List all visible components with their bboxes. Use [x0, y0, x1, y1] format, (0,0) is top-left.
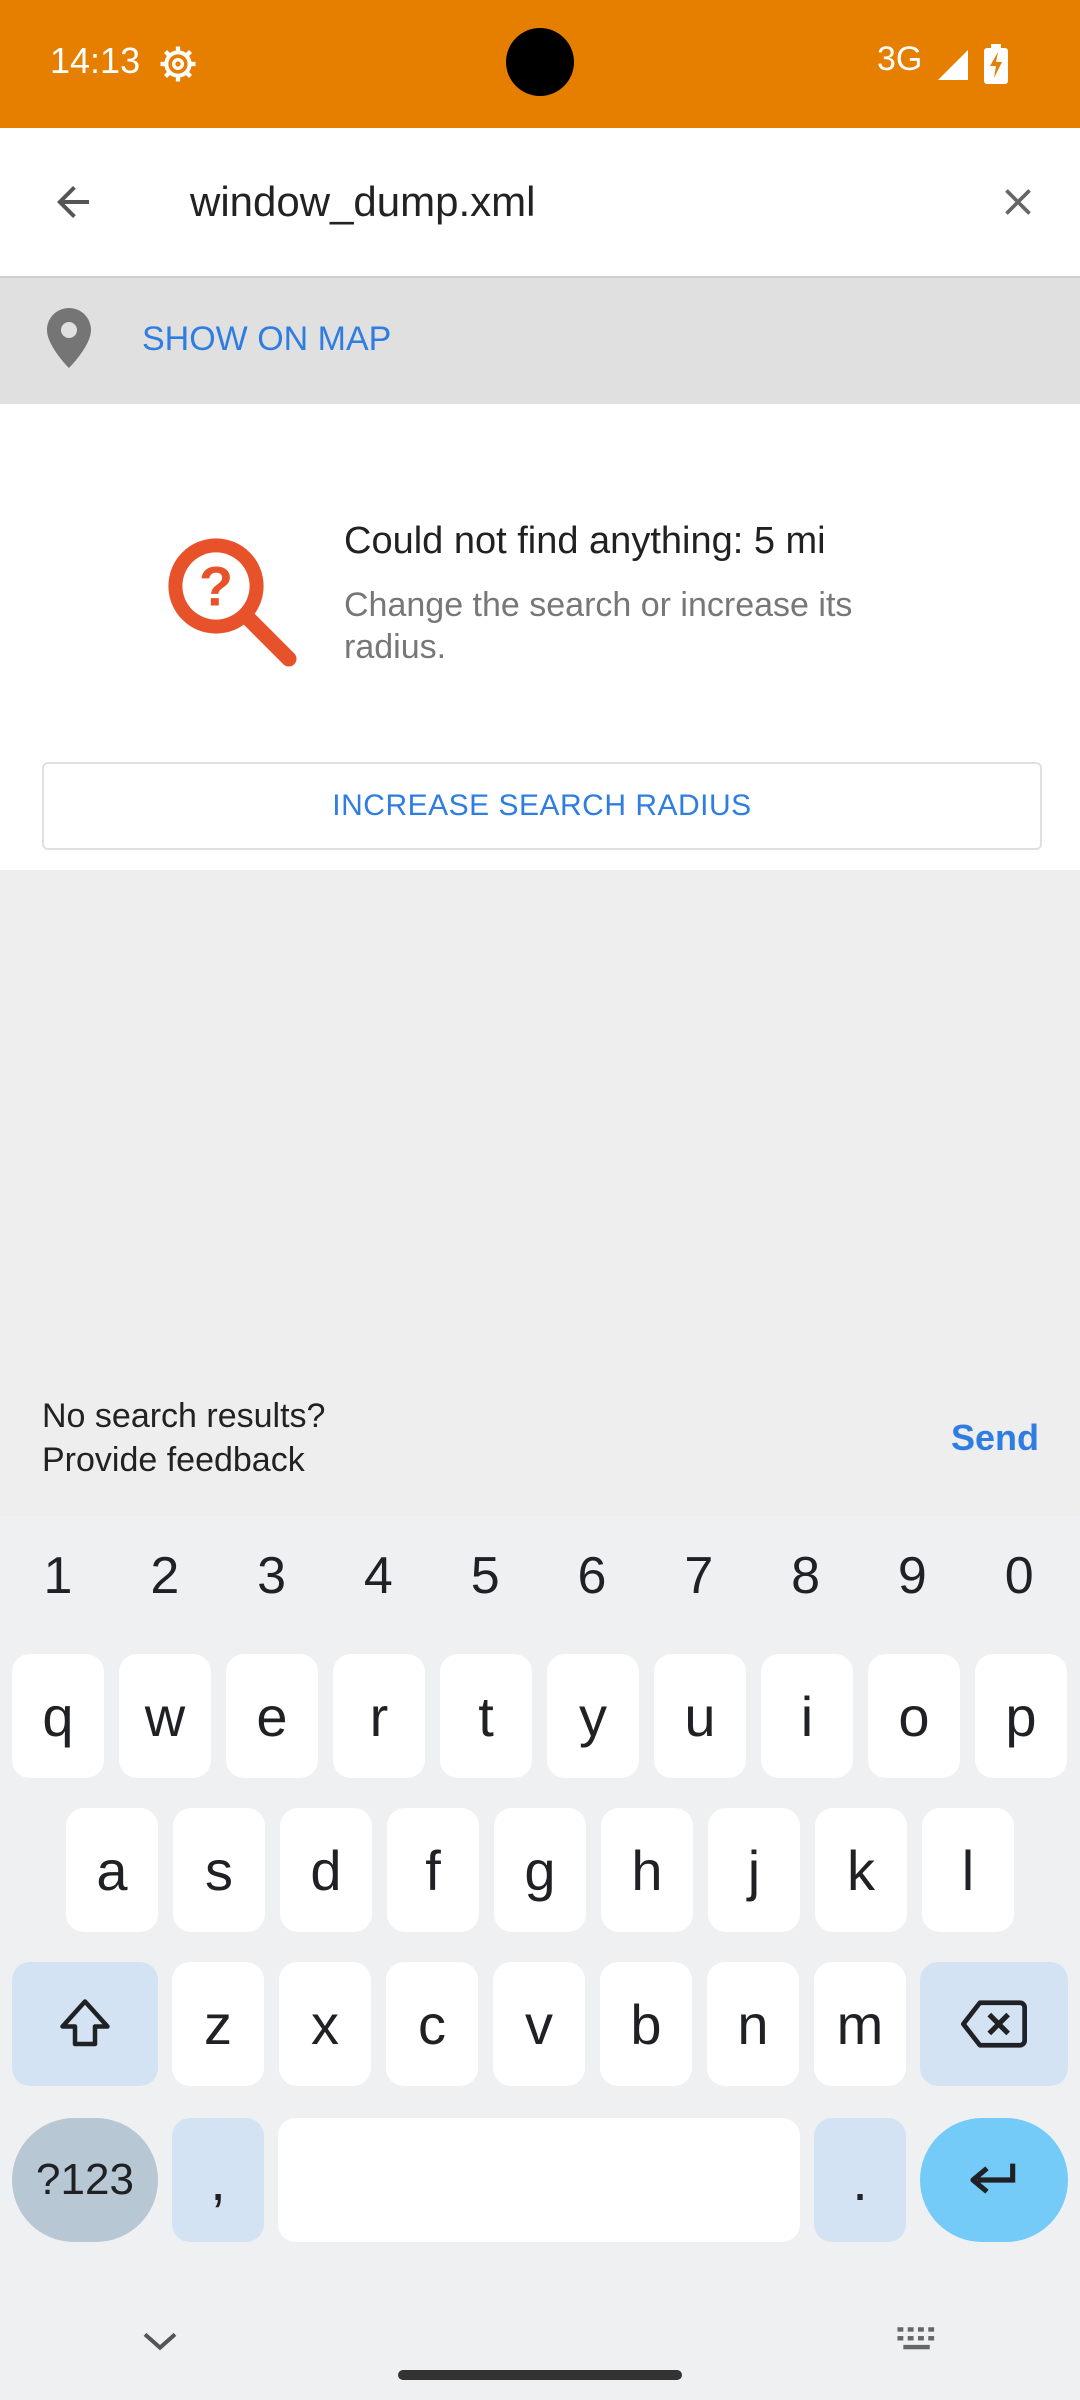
number-key-7[interactable]: 7 [649, 1546, 749, 1616]
number-key-4[interactable]: 4 [328, 1546, 428, 1616]
key-a[interactable]: a [66, 1808, 158, 1932]
key-t[interactable]: t [440, 1654, 532, 1778]
send-feedback-button[interactable]: Send [932, 1392, 1058, 1484]
period-key[interactable]: . [814, 2118, 906, 2242]
gear-icon [160, 46, 196, 82]
feedback-line-2: Provide feedback [42, 1441, 305, 1479]
arrow-left-icon [57, 186, 89, 218]
increase-search-radius-button[interactable]: INCREASE SEARCH RADIUS [42, 762, 1042, 850]
network-type: 3G [877, 40, 923, 78]
map-pin-icon [47, 308, 91, 368]
comma-key[interactable]: , [172, 2118, 264, 2242]
key-m[interactable]: m [814, 1962, 906, 2086]
key-q[interactable]: q [12, 1654, 104, 1778]
feedback-row: No search results? Provide feedback Send [0, 1360, 1080, 1516]
empty-results-list [0, 870, 1080, 1360]
no-results-description: Change the search or increase its radius… [344, 586, 853, 666]
clear-search-button[interactable] [955, 128, 1080, 276]
key-x[interactable]: x [279, 1962, 371, 2086]
number-key-8[interactable]: 8 [756, 1546, 856, 1616]
number-key-1[interactable]: 1 [8, 1546, 108, 1616]
feedback-line-1: No search results? [42, 1397, 326, 1435]
key-r[interactable]: r [333, 1654, 425, 1778]
key-s[interactable]: s [173, 1808, 265, 1932]
number-key-6[interactable]: 6 [542, 1546, 642, 1616]
enter-key[interactable] [920, 2118, 1068, 2242]
key-u[interactable]: u [654, 1654, 746, 1778]
signal-icon [938, 50, 968, 80]
home-indicator[interactable] [398, 2370, 682, 2380]
search-input[interactable]: window_dump.xml [190, 128, 950, 276]
key-o[interactable]: o [868, 1654, 960, 1778]
svg-text:?: ? [199, 555, 233, 618]
number-key-3[interactable]: 3 [222, 1546, 322, 1616]
key-w[interactable]: w [119, 1654, 211, 1778]
key-h[interactable]: h [601, 1808, 693, 1932]
number-key-9[interactable]: 9 [862, 1546, 962, 1616]
number-key-2[interactable]: 2 [115, 1546, 215, 1616]
key-l[interactable]: l [922, 1808, 1014, 1932]
key-d[interactable]: d [280, 1808, 372, 1932]
backspace-icon [961, 2000, 1027, 2048]
back-button[interactable] [0, 128, 146, 276]
key-f[interactable]: f [387, 1808, 479, 1932]
key-c[interactable]: c [386, 1962, 478, 2086]
keyboard-switch-icon[interactable] [896, 2324, 940, 2354]
divider-space [0, 404, 1080, 450]
close-icon [1004, 189, 1031, 215]
status-time: 14:13 [50, 40, 141, 81]
chevron-down-icon[interactable] [140, 2326, 180, 2356]
key-i[interactable]: i [761, 1654, 853, 1778]
show-on-map-button[interactable]: SHOW ON MAP [0, 278, 1080, 404]
symbols-key[interactable]: ?123 [12, 2118, 158, 2242]
camera-cutout [506, 28, 574, 96]
key-k[interactable]: k [815, 1808, 907, 1932]
search-question-icon: ? [168, 538, 297, 667]
key-g[interactable]: g [494, 1808, 586, 1932]
feedback-text: No search results? Provide feedback [42, 1394, 325, 1482]
key-n[interactable]: n [707, 1962, 799, 2086]
radius-button-area: INCREASE SEARCH RADIUS [0, 740, 1080, 870]
no-results-block: ? Could not find anything: 5 mi Change t… [0, 450, 1080, 740]
number-key-0[interactable]: 0 [969, 1546, 1069, 1616]
shift-icon [60, 1999, 110, 2047]
key-y[interactable]: y [547, 1654, 639, 1778]
key-p[interactable]: p [975, 1654, 1067, 1778]
key-v[interactable]: v [493, 1962, 585, 2086]
soft-keyboard: 1234567890 qwertyuiop asdfghjkl zxcvbnm … [0, 1516, 1080, 2400]
key-z[interactable]: z [172, 1962, 264, 2086]
key-b[interactable]: b [600, 1962, 692, 2086]
enter-icon [970, 2163, 1016, 2194]
key-j[interactable]: j [708, 1808, 800, 1932]
status-bar: 14:13 3G [0, 0, 1080, 128]
battery-charging-icon [984, 44, 1008, 84]
shift-key[interactable] [12, 1962, 158, 2086]
key-e[interactable]: e [226, 1654, 318, 1778]
search-toolbar: window_dump.xml [0, 128, 1080, 278]
no-results-title: Could not find anything: 5 mi [344, 520, 826, 562]
show-on-map-label: SHOW ON MAP [142, 320, 392, 358]
space-key[interactable] [278, 2118, 800, 2242]
number-key-5[interactable]: 5 [435, 1546, 535, 1616]
backspace-key[interactable] [920, 1962, 1068, 2086]
